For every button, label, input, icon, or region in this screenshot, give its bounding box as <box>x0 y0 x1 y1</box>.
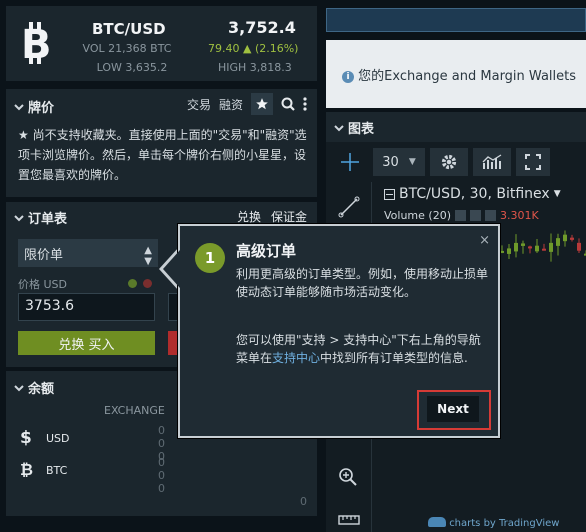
balance-row-usd: $ USD <box>20 428 70 448</box>
bitcoin-logo-icon: B <box>18 22 58 64</box>
trend-line-icon[interactable] <box>338 196 360 218</box>
tour-title: 高级订单 <box>236 242 297 260</box>
dollar-icon: $ <box>20 428 32 448</box>
buy-button[interactable]: 兑换 买入 <box>18 331 155 355</box>
balances-header[interactable]: 余额 <box>14 378 54 397</box>
pairs-panel: 牌价 交易 融资 ★ 尚不支持收藏夹。直接使用上面的"交易"和"融资"选项卡浏览… <box>6 89 317 197</box>
caret-down-icon: ▼ <box>408 157 416 167</box>
volume-value: 3.301K <box>500 209 539 222</box>
ticker-panel: B BTC/USD 3,752.4 VOL 21,368 BTC 79.40 ▲… <box>6 6 317 81</box>
high-stat: HIGH 3,818.3 <box>218 61 292 74</box>
svg-text:B: B <box>21 22 52 64</box>
chevron-down-icon[interactable] <box>14 102 24 112</box>
candle-body <box>563 234 567 242</box>
wallet-notice: i 您的Exchange and Margin Wallets <box>326 40 586 108</box>
tab-margin-order[interactable]: 保证金 <box>271 208 307 225</box>
tab-margin[interactable]: 融资 <box>219 96 243 113</box>
candle-body <box>542 248 546 251</box>
chevron-down-icon[interactable] <box>14 213 24 223</box>
interval-value: 30 <box>382 154 399 170</box>
tour-tooltip: 1 高级订单 × 利用更高级的订单类型。例如，使用移动止损单使动态订单能够随市场… <box>178 224 500 438</box>
order-type-value: 限价单 <box>24 248 64 263</box>
candle-body <box>500 250 504 253</box>
settings-small-icon[interactable] <box>470 210 481 221</box>
fullscreen-icon[interactable] <box>516 148 550 176</box>
step-badge: 1 <box>195 243 225 273</box>
gear-icon[interactable] <box>430 148 468 176</box>
chart-panel-title: 图表 <box>348 122 375 137</box>
balance-value: 0 <box>158 437 165 450</box>
top-banner <box>326 8 586 32</box>
candle-body <box>549 242 553 252</box>
search-icon[interactable] <box>281 97 295 111</box>
crosshair-icon[interactable] <box>332 148 368 176</box>
bitcoin-icon: ₿ <box>20 460 34 479</box>
ask-dot-icon[interactable] <box>143 279 152 288</box>
next-button[interactable]: Next <box>427 396 479 422</box>
favorites-message: ★ 尚不支持收藏夹。直接使用上面的"交易"和"融资"选项卡浏览牌价。然后，单击每… <box>18 128 307 182</box>
caret-down-icon[interactable]: ▼ <box>554 189 561 199</box>
bid-dot-icon[interactable] <box>128 279 137 288</box>
candle-body <box>521 243 525 246</box>
candle-body <box>577 242 581 251</box>
star-icon[interactable] <box>251 93 273 115</box>
balance-value: 0 <box>158 456 165 469</box>
chart-panel-header[interactable]: 图表 <box>334 118 374 137</box>
tour-body-secondary: 您可以使用"支持 > 支持中心"下右上角的导航菜单在支持中心中找到所有订单类型的… <box>236 331 492 367</box>
last-price: 3,752.4 <box>228 18 296 37</box>
info-icon: i <box>342 71 354 83</box>
support-center-link[interactable]: 支持中心 <box>272 351 320 365</box>
chevron-down-icon[interactable] <box>14 383 24 393</box>
candle-body <box>514 242 518 252</box>
balance-total: 0 <box>300 495 307 508</box>
balance-value: 0 <box>158 424 165 437</box>
candle-body <box>556 238 560 246</box>
close-icon[interactable]: × <box>479 233 490 248</box>
more-options-icon[interactable] <box>303 97 307 111</box>
pairs-panel-title: 牌价 <box>28 101 55 116</box>
tour-body-primary: 利用更高级的订单类型。例如，使用移动止损单使动态订单能够随市场活动变化。 <box>236 267 489 299</box>
candle-body <box>570 237 574 240</box>
low-stat: LOW 3,635.2 <box>96 61 168 74</box>
price-input[interactable]: 3753.6 <box>18 293 155 321</box>
chevron-down-icon[interactable] <box>334 123 344 133</box>
tour-body-suffix: 中找到所有订单类型的信息. <box>320 351 468 365</box>
interval-select[interactable]: 30 ▼ <box>373 148 425 176</box>
wallet-notice-text: 您的Exchange and Margin Wallets <box>358 69 576 84</box>
order-type-select[interactable]: 限价单 ▲ ▼ <box>18 239 158 267</box>
tradingview-logo-icon <box>428 517 446 527</box>
tab-exchange-order[interactable]: 兑换 <box>237 208 261 225</box>
candle-body <box>528 246 532 249</box>
currency-label: BTC <box>46 463 68 477</box>
order-form-header[interactable]: 订单表 <box>14 208 67 227</box>
collapse-box-icon[interactable] <box>384 188 395 200</box>
select-arrows-icon: ▲ ▼ <box>144 245 152 267</box>
balance-value: 0 <box>158 469 165 482</box>
balances-title: 余额 <box>28 382 55 397</box>
pairs-panel-header[interactable]: 牌价 <box>14 97 54 116</box>
candle-body <box>535 245 539 252</box>
chart-symbol: BTC/USD, 30, Bitfinex <box>399 186 550 202</box>
chart-attribution[interactable]: charts by TradingView <box>449 518 559 529</box>
price-change: 79.40 ▲ (2.16%) <box>208 42 299 55</box>
balance-value: 0 <box>158 482 165 495</box>
indicators-icon[interactable] <box>473 148 511 176</box>
chart-toolbar: 30 ▼ <box>326 142 586 182</box>
currency-label: USD <box>46 431 70 445</box>
candle-body <box>507 248 511 254</box>
measure-icon[interactable] <box>338 508 360 526</box>
volume-indicator-label: Volume (20) <box>384 209 451 222</box>
exchange-column-header: EXCHANGE <box>104 404 165 417</box>
order-form-title: 订单表 <box>28 212 68 227</box>
balance-row-btc: ₿ BTC <box>20 460 67 480</box>
tooltip-arrow-inner <box>163 250 180 288</box>
pair-name: BTC/USD <box>92 20 166 38</box>
eye-icon[interactable] <box>455 210 466 221</box>
tab-exchange[interactable]: 交易 <box>187 96 211 113</box>
close-small-icon[interactable] <box>485 210 496 221</box>
volume-stat: VOL 21,368 BTC <box>82 42 172 55</box>
price-label: 价格 USD <box>18 278 68 291</box>
zoom-icon[interactable] <box>338 467 358 487</box>
